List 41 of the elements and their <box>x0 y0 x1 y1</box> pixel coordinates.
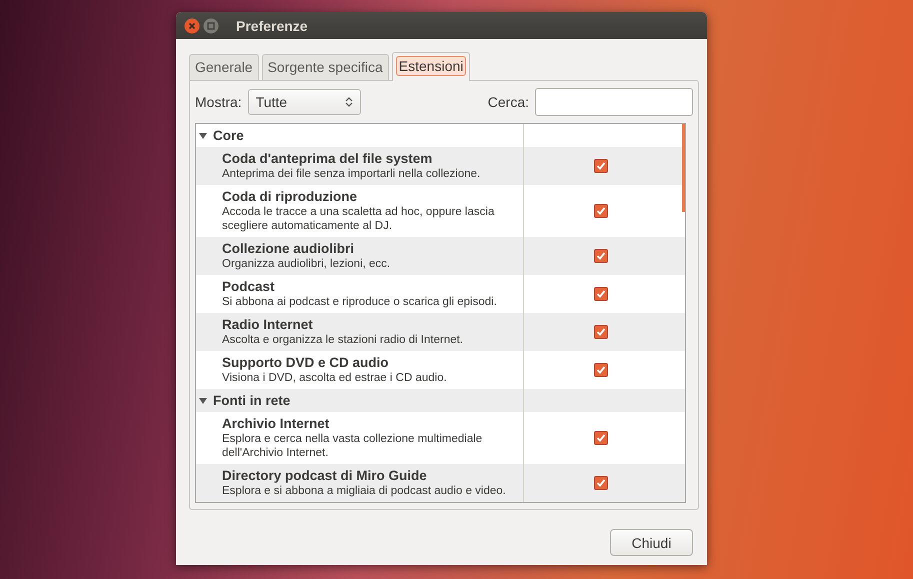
search-field[interactable] <box>535 88 693 116</box>
extension-name: Directory podcast di Miro Guide <box>222 468 428 484</box>
window-title: Preferenze <box>236 18 308 34</box>
extension-description: Esplora e cerca nella vasta collezione multimediale dell'Archivio Internet. <box>222 432 484 460</box>
extension-description: Esplora e si abbona a migliaia di podcast audio e video. <box>222 484 507 498</box>
checkbox[interactable] <box>594 431 608 445</box>
filter-dropdown[interactable]: Tutte <box>248 89 361 115</box>
search-label: Cerca: <box>488 94 529 110</box>
scrollbar-thumb[interactable] <box>682 124 685 212</box>
checkbox[interactable] <box>594 204 608 218</box>
group-name: Fonti in rete <box>213 393 290 408</box>
extension-description: Visiona i DVD, ascolta ed estrae i CD audio. <box>222 371 448 385</box>
spin-arrows-icon <box>344 96 353 108</box>
extension-name: Radio Internet <box>222 317 314 333</box>
tab[interactable]: Sorgente specifica <box>262 54 389 80</box>
checkbox[interactable] <box>594 325 608 339</box>
filter-label: Mostra: <box>195 94 242 110</box>
extension-name: Supporto DVD e CD audio <box>222 355 390 371</box>
extension-description: Accoda le tracce a una scaletta ad hoc, oppure lascia scegliere automaticamente al DJ. <box>222 205 496 233</box>
expander-down-icon[interactable] <box>199 396 207 404</box>
close-icon[interactable] <box>184 18 200 34</box>
extension-description: Ascolta e organizza le stazioni radio di Internet. <box>222 333 464 347</box>
extension-name: Collezione audiolibri <box>222 241 356 257</box>
close-button[interactable]: Chiudi <box>610 529 693 556</box>
extension-description: Si abbona ai podcast e riproduce o scarica gli episodi. <box>222 295 498 309</box>
extension-description: Anteprima dei file senza importarli nella collezione. <box>222 167 482 181</box>
maximize-icon[interactable] <box>203 18 219 34</box>
checkbox[interactable] <box>594 363 608 377</box>
extension-name: Coda d'anteprima del file system <box>222 151 434 167</box>
extension-description: Organizza audiolibri, lezioni, ecc. <box>222 257 392 271</box>
extension-name: Archivio Internet <box>222 416 330 432</box>
checkbox[interactable] <box>594 476 608 490</box>
tab[interactable]: Estensioni <box>392 52 470 81</box>
extension-name: Coda di riproduzione <box>222 189 358 205</box>
tab[interactable]: Generale <box>189 54 259 80</box>
group-name: Core <box>213 128 244 143</box>
extension-name: Podcast <box>222 279 276 295</box>
checkbox[interactable] <box>594 287 608 301</box>
expander-down-icon[interactable] <box>199 132 207 140</box>
checkbox[interactable] <box>594 159 608 173</box>
checkbox[interactable] <box>594 249 608 263</box>
